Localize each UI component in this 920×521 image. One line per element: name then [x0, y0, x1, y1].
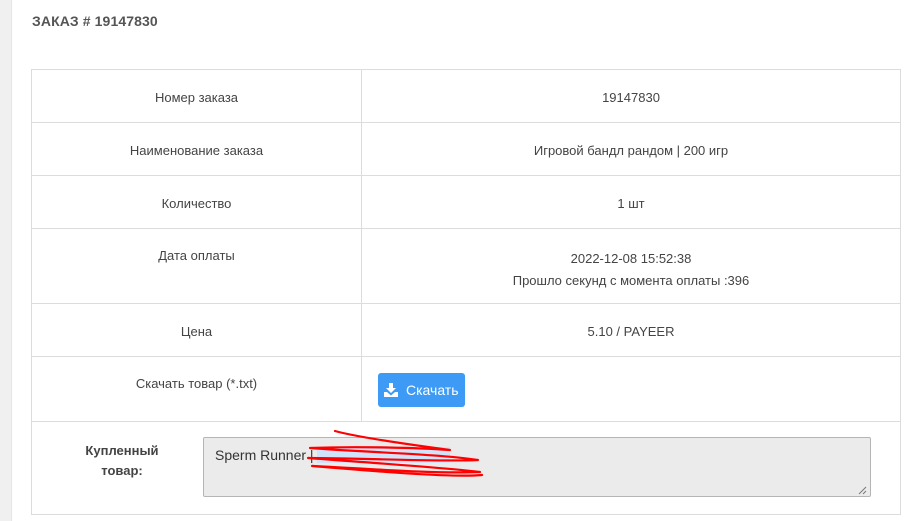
price-value: 5.10 / PAYEER [587, 324, 675, 339]
resize-grip-icon[interactable] [857, 485, 867, 495]
purchased-item-field[interactable] [203, 437, 871, 497]
redacted-selection [317, 447, 450, 463]
payment-date-label: Дата оплаты [158, 248, 235, 263]
purchased-label-line2: товар: [101, 463, 143, 478]
order-name-value: Игровой бандл рандом | 200 игр [533, 143, 729, 158]
download-icon [384, 383, 398, 397]
table-row: Наименование заказа Игровой бандл рандом… [31, 122, 901, 176]
download-button-label: Скачать [406, 382, 459, 398]
purchased-item-section: Купленный товар: Sperm Runner | [33, 423, 899, 513]
download-button[interactable]: Скачать [378, 373, 465, 407]
quantity-label: Количество [161, 196, 232, 211]
purchased-item-text: Sperm Runner | [215, 447, 318, 463]
payment-date-value: 2022-12-08 15:52:38 [570, 251, 692, 266]
order-details-table: Номер заказа 19147830 Наименование заказ… [31, 69, 901, 515]
table-row: Количество 1 шт [31, 175, 901, 229]
price-label: Цена [180, 324, 213, 339]
order-number-label: Номер заказа [154, 90, 239, 105]
left-sidebar-edge [0, 0, 12, 521]
elapsed-seconds-text: Прошло секунд с момента оплаты :396 [512, 273, 750, 288]
order-number-value: 19147830 [602, 90, 660, 105]
order-name-label: Наименование заказа [129, 143, 264, 158]
download-label: Скачать товар (*.txt) [135, 376, 258, 391]
table-row: Цена 5.10 / PAYEER [31, 303, 901, 357]
table-row: Скачать товар (*.txt) Скачать [31, 356, 901, 422]
table-row: Номер заказа 19147830 [31, 69, 901, 123]
page-title: ЗАКАЗ # 19147830 [32, 13, 158, 29]
table-row: Дата оплаты 2022-12-08 15:52:38 Прошло с… [31, 228, 901, 304]
table-row: Купленный товар: Sperm Runner | [31, 421, 901, 515]
quantity-value: 1 шт [617, 196, 645, 211]
purchased-label-line1: Купленный [85, 443, 159, 458]
